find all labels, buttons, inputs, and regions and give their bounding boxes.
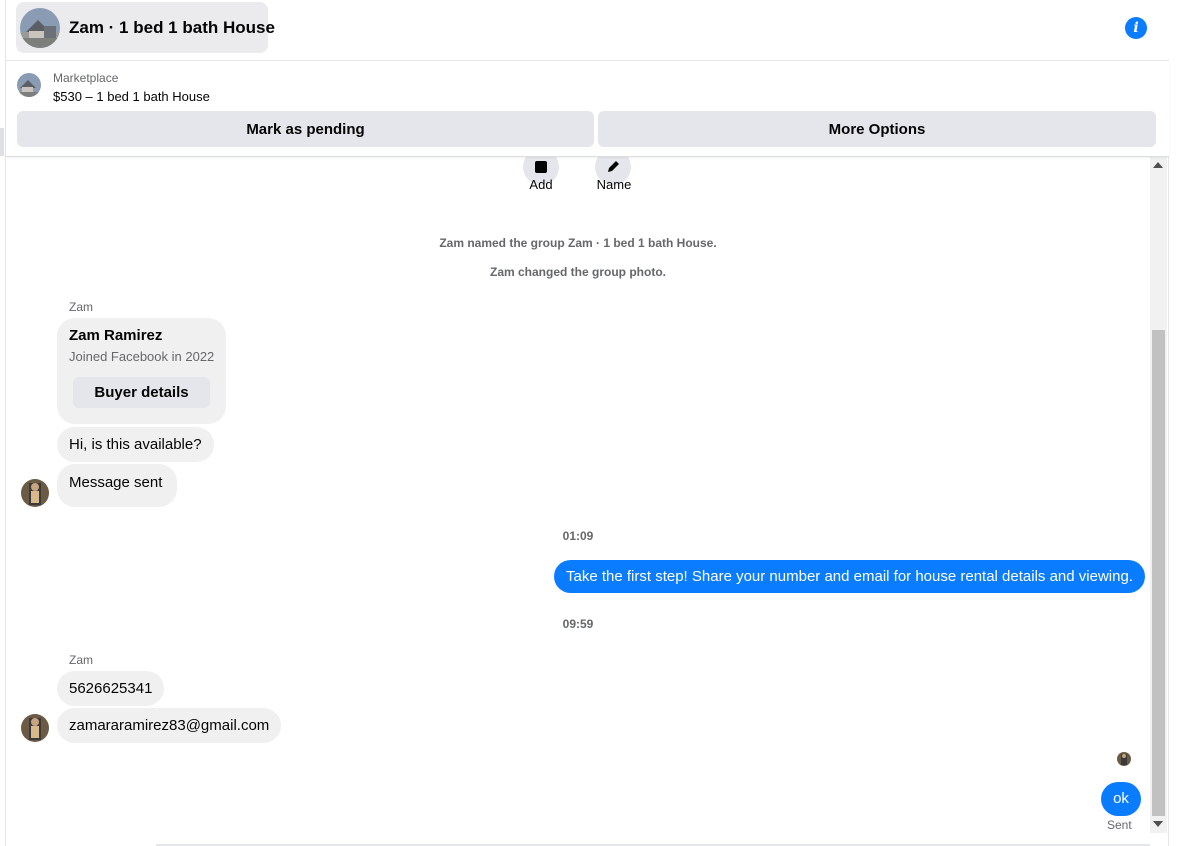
scroll-up-arrow-icon[interactable] xyxy=(1153,162,1163,168)
info-icon[interactable]: i xyxy=(1125,17,1147,39)
sender-avatar[interactable] xyxy=(21,479,49,507)
pencil-icon xyxy=(608,161,619,172)
left-tab-marker xyxy=(0,128,4,156)
message-bubble-incoming[interactable]: zamararamirez83@gmail.com xyxy=(57,708,282,743)
buyer-details-button[interactable]: Buyer details xyxy=(73,377,210,408)
marketplace-banner: Marketplace $530 – 1 bed 1 bath House Ma… xyxy=(6,61,1169,157)
conversation-title-button[interactable]: Zam · 1 bed 1 bath House xyxy=(16,2,275,53)
conversation-title: Zam · 1 bed 1 bath House xyxy=(69,17,275,37)
add-label: Add xyxy=(529,177,553,192)
message-bubble-incoming[interactable]: Message sent xyxy=(57,464,178,507)
marketplace-label: Marketplace xyxy=(53,71,119,85)
buyer-profile-card: Zam Ramirez Joined Facebook in 2022 Buye… xyxy=(57,318,226,424)
mark-as-pending-button[interactable]: Mark as pending xyxy=(17,111,594,147)
system-message: Zam named the group Zam · 1 bed 1 bath H… xyxy=(439,236,717,250)
info-glyph: i xyxy=(1133,20,1139,36)
message-bubble-incoming[interactable]: 5626625341 xyxy=(57,671,165,706)
sender-avatar[interactable] xyxy=(21,714,49,742)
buyer-joined-date: Joined Facebook in 2022 xyxy=(69,349,215,364)
timestamp: 09:59 xyxy=(562,617,594,631)
group-photo-avatar xyxy=(20,7,60,48)
message-bubble-outgoing[interactable]: Take the first step! Share your number a… xyxy=(554,560,1145,593)
chat-panel: Zam · 1 bed 1 bath House i Marketplace $… xyxy=(6,0,1169,846)
listing-thumbnail[interactable] xyxy=(17,73,41,97)
name-label: Name xyxy=(596,177,632,192)
message-bubble-outgoing[interactable]: ok xyxy=(1101,782,1141,816)
system-message: Zam changed the group photo. xyxy=(490,265,666,279)
seen-by-avatar xyxy=(1117,752,1131,766)
chat-header: Zam · 1 bed 1 bath House i xyxy=(6,0,1169,61)
scroll-down-arrow-icon[interactable] xyxy=(1153,821,1163,827)
message-list[interactable]: Add Name Zam named the group Zam · 1 bed… xyxy=(6,157,1169,846)
scrollbar-thumb[interactable] xyxy=(1152,330,1165,816)
buyer-name: Zam Ramirez xyxy=(69,327,163,344)
more-options-button[interactable]: More Options xyxy=(598,111,1156,147)
sender-name: Zam xyxy=(69,653,93,667)
add-person-icon xyxy=(535,161,547,173)
message-bubble-incoming[interactable]: Hi, is this available? xyxy=(57,427,214,462)
listing-title-link[interactable]: $530 – 1 bed 1 bath House xyxy=(53,89,210,104)
sender-name: Zam xyxy=(69,300,93,314)
delivery-status: Sent xyxy=(1107,818,1132,832)
timestamp: 01:09 xyxy=(562,529,594,543)
